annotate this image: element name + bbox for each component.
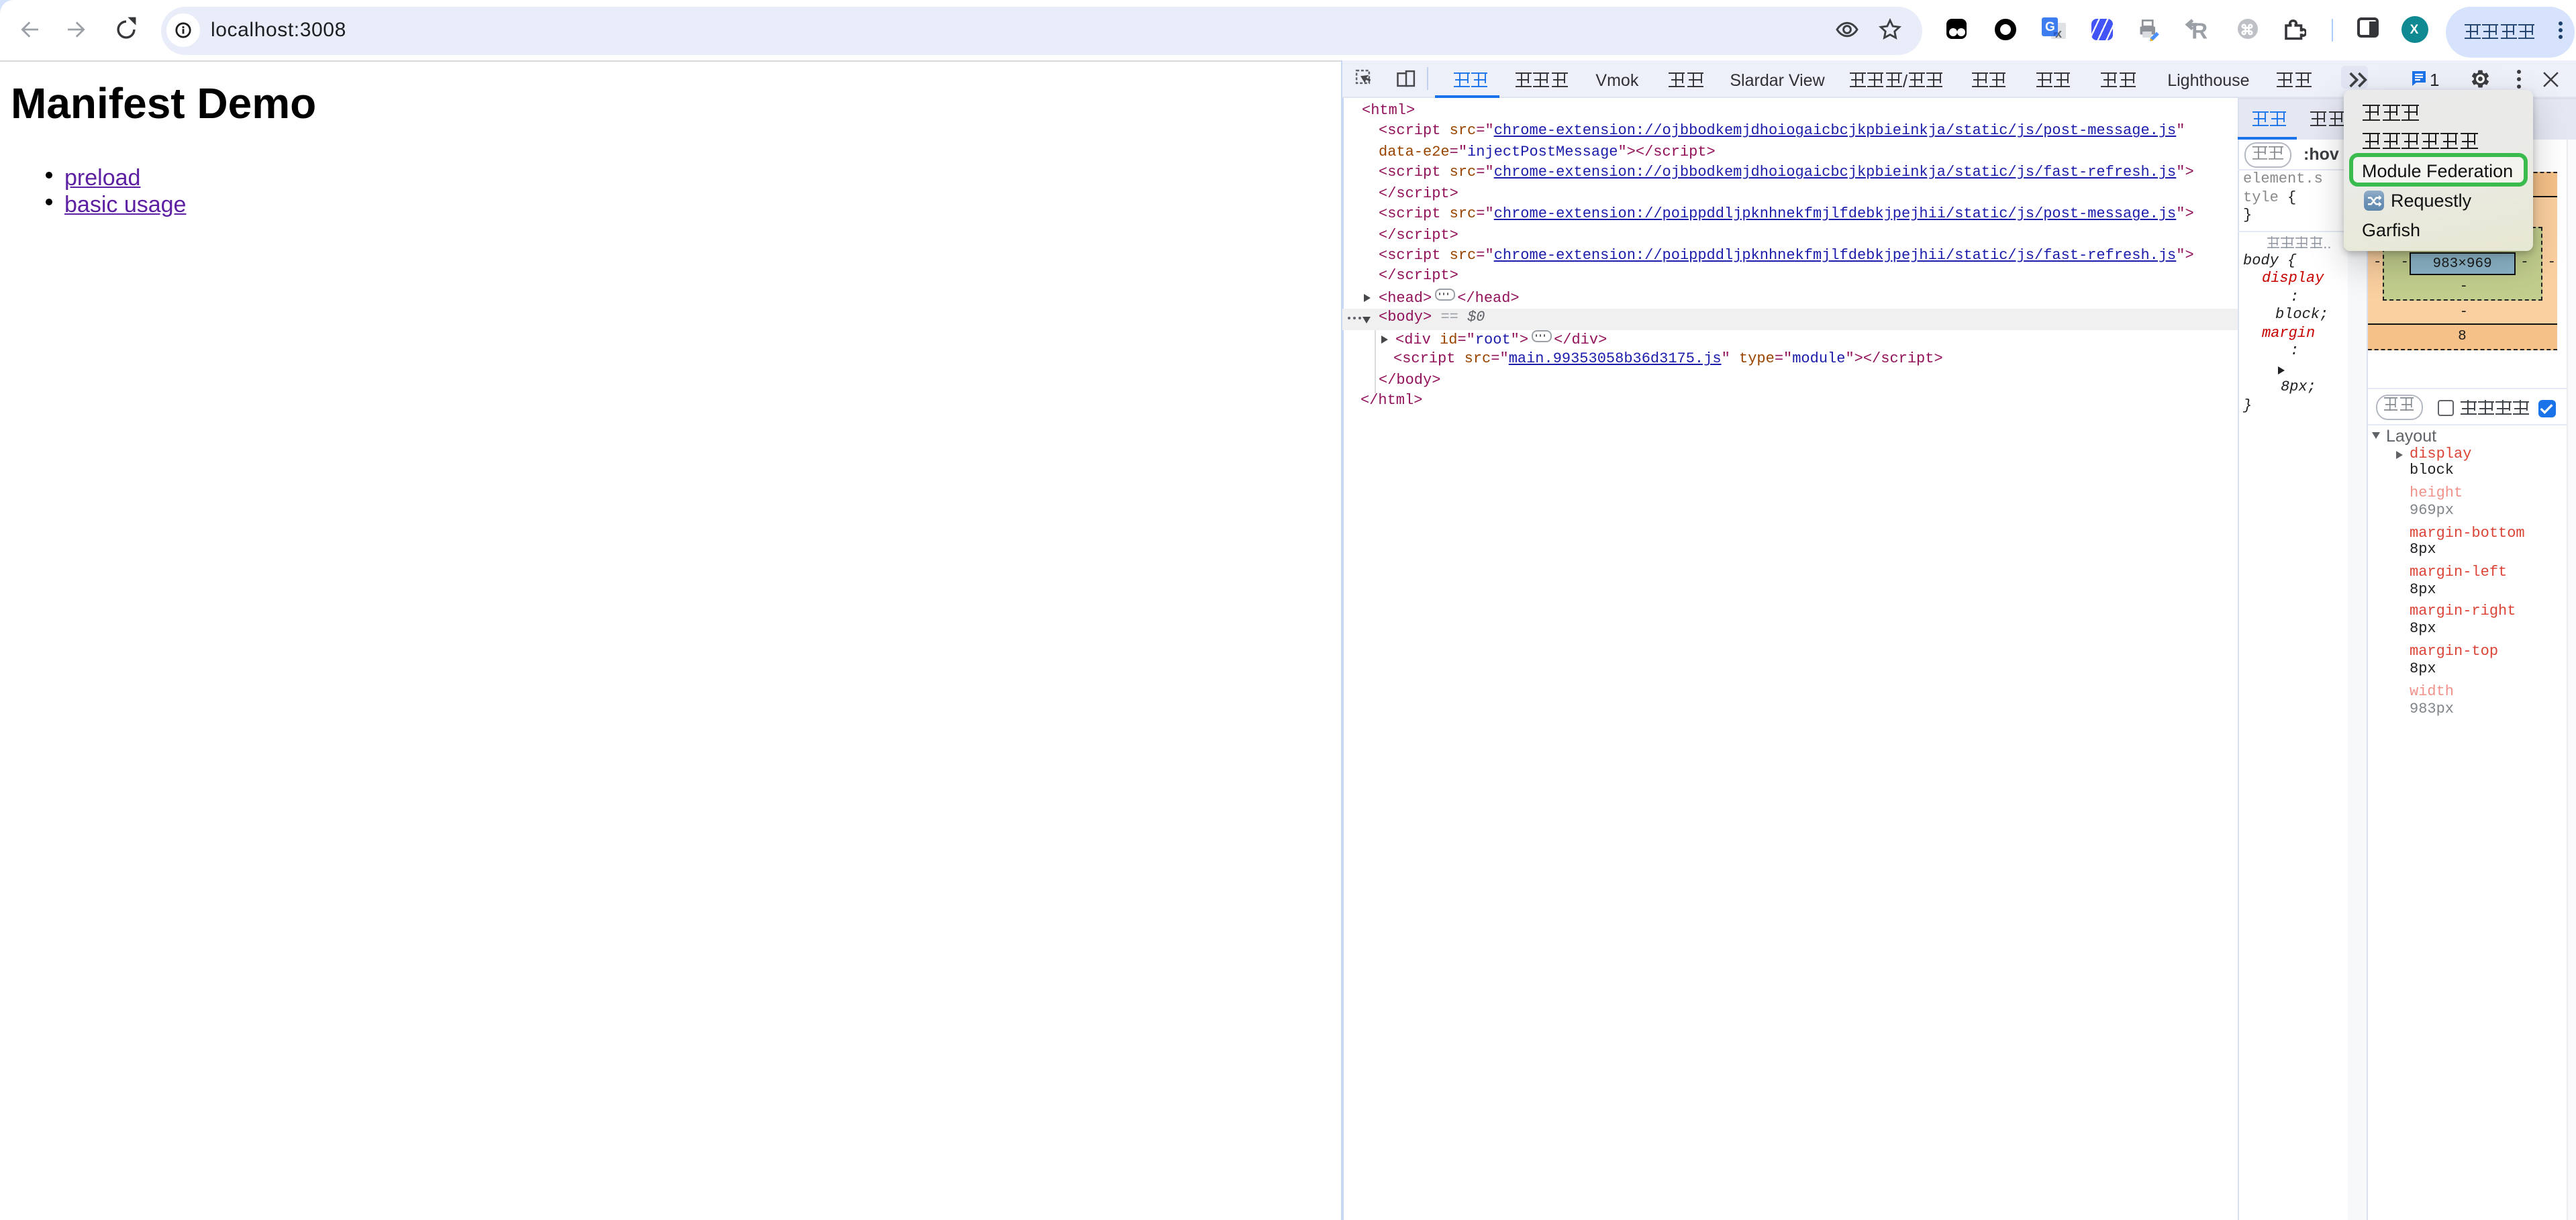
svg-text:R: R <box>2191 19 2208 42</box>
